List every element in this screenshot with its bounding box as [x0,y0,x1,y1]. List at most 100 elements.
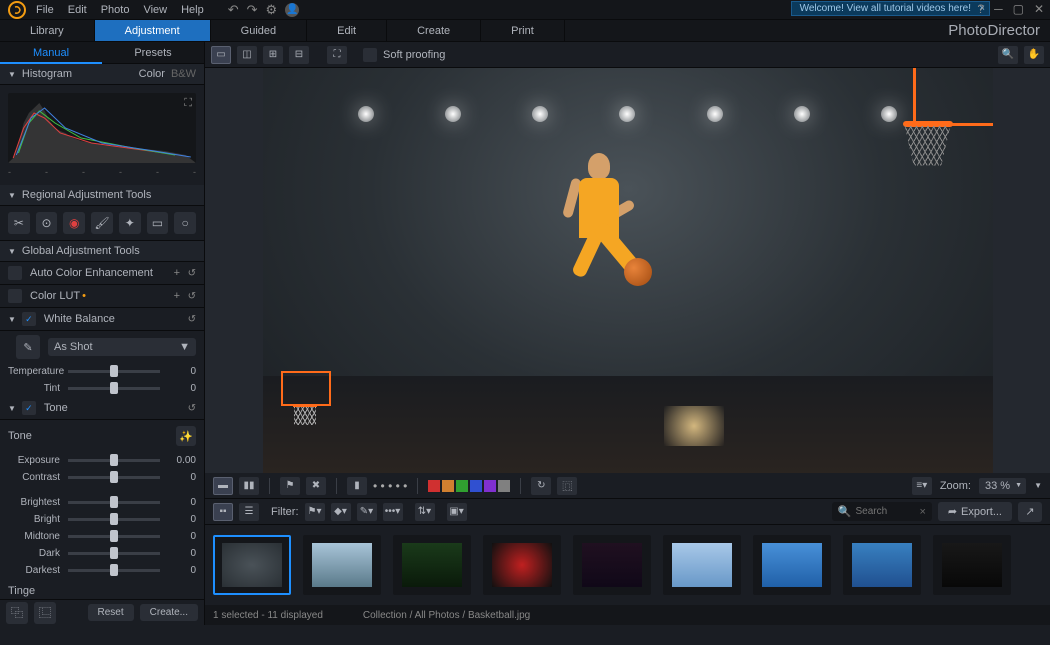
add-icon[interactable]: + [174,267,180,279]
auto-color-row[interactable]: Auto Color Enhancement + ↺ [0,262,204,285]
tab-edit[interactable]: Edit [307,20,387,41]
thumbnail-red-leaf[interactable] [483,535,561,595]
reset-icon[interactable]: ↺ [188,403,196,414]
selection-tool-icon[interactable]: ✦ [119,212,141,234]
subtab-presets[interactable]: Presets [102,42,204,64]
darkest-slider[interactable] [68,569,160,572]
pan-tool-icon[interactable]: ✋ [1024,46,1044,64]
maximize-icon[interactable]: ▢ [1013,2,1024,16]
brush-tool-icon[interactable]: 🖌 [91,212,113,234]
redeye-tool-icon[interactable]: ◉ [63,212,85,234]
menu-file[interactable]: File [36,4,54,16]
gradient-tool-icon[interactable]: ▭ [147,212,169,234]
canvas[interactable] [205,68,1050,473]
exposure-slider[interactable] [68,459,160,462]
undo-icon[interactable]: ↶ [228,2,239,18]
thumbnail-portrait-legs[interactable] [933,535,1011,595]
rate-icon[interactable]: ▮ [347,477,367,495]
color-swatch[interactable] [456,480,468,492]
zoom-select[interactable]: 33 % [979,478,1026,494]
tab-create[interactable]: Create [387,20,481,41]
tone-checkbox[interactable] [22,401,36,415]
thumbnail-forest[interactable] [393,535,471,595]
thumbnail-sky-diver[interactable] [753,535,831,595]
color-swatch[interactable] [484,480,496,492]
global-header[interactable]: ▼ Global Adjustment Tools [0,241,204,262]
flag-icon[interactable]: ⚑ [280,477,300,495]
thumbnail-rocket-launch[interactable] [663,535,741,595]
regional-header[interactable]: ▼ Regional Adjustment Tools [0,185,204,206]
split-view-icon[interactable]: ⊞ [263,46,283,64]
thumbnail-ocean-wave[interactable] [843,535,921,595]
auto-tone-icon[interactable]: ✨ [176,426,196,446]
filter-more-icon[interactable]: •••▾ [383,503,403,521]
reject-icon[interactable]: ✖ [306,477,326,495]
search-box[interactable]: 🔍 × [832,502,932,521]
add-icon[interactable]: + [174,290,180,302]
color-lut-row[interactable]: Color LUT • + ↺ [0,285,204,308]
contrast-slider[interactable] [68,476,160,479]
tab-guided[interactable]: Guided [211,20,307,41]
auto-color-checkbox[interactable] [8,266,22,280]
create-button[interactable]: Create... [140,604,198,621]
reset-icon[interactable]: ↺ [188,291,196,302]
soft-proofing-checkbox[interactable] [363,48,377,62]
bright-slider[interactable] [68,518,160,521]
single-view-icon[interactable]: ▭ [211,46,231,64]
rating-dots[interactable]: • • • • • [373,479,407,493]
color-swatch[interactable] [498,480,510,492]
layout-dual-icon[interactable]: ▮▮ [239,477,259,495]
reset-icon[interactable]: ↺ [188,268,196,279]
search-input[interactable] [856,506,916,517]
filter-rating-icon[interactable]: ✎▾ [357,503,377,521]
tab-print[interactable]: Print [481,20,565,41]
histogram-expand-icon[interactable]: ⛶ [184,97,192,110]
white-balance-preset-select[interactable]: As Shot ▼ [48,338,196,356]
help-icon[interactable]: ? [977,2,984,16]
dark-slider[interactable] [68,552,160,555]
color-swatch[interactable] [470,480,482,492]
white-balance-row[interactable]: ▼ White Balance ↺ [0,308,204,331]
filter-flag-icon[interactable]: ⚑▾ [305,503,325,521]
filter-label-icon[interactable]: ◆▾ [331,503,351,521]
reset-button[interactable]: Reset [88,604,134,621]
thumbnail-mountain-lake[interactable] [303,535,381,595]
reset-icon[interactable]: ↺ [188,314,196,325]
histogram-color-toggle[interactable]: Color [139,68,165,80]
brightest-slider[interactable] [68,501,160,504]
menu-edit[interactable]: Edit [68,4,87,16]
menu-photo[interactable]: Photo [101,4,130,16]
chevron-down-icon[interactable]: ▼ [1034,481,1042,490]
sort-icon[interactable]: ⇅▾ [415,503,435,521]
histogram-header[interactable]: ▼ Histogram Color B&W [0,64,204,85]
side-view-icon[interactable]: ◫ [237,46,257,64]
settings-icon[interactable]: ⚙ [266,2,278,18]
redo-icon[interactable]: ↷ [247,2,258,18]
spot-tool-icon[interactable]: ⊙ [36,212,58,234]
crop-tool-icon[interactable]: ✂ [8,212,30,234]
color-lut-checkbox[interactable] [8,289,22,303]
thumbnail-neon-street[interactable] [573,535,651,595]
clear-search-icon[interactable]: × [920,506,926,518]
color-swatch[interactable] [428,480,440,492]
zoom-tool-icon[interactable]: 🔍 [998,46,1018,64]
copy-settings-icon[interactable]: ⿻ [6,602,28,624]
stack-icon[interactable]: ▣▾ [447,503,467,521]
export-button[interactable]: ➦ Export... [938,502,1012,521]
grid-view-icon[interactable]: ⊟ [289,46,309,64]
menu-help[interactable]: Help [181,4,204,16]
rotate-icon[interactable]: ↻ [531,477,551,495]
subtab-manual[interactable]: Manual [0,42,102,64]
user-icon[interactable]: 👤 [285,3,299,17]
fullscreen-icon[interactable]: ⛶ [327,46,347,64]
radial-tool-icon[interactable]: ○ [174,212,196,234]
menu-view[interactable]: View [143,4,167,16]
close-icon[interactable]: ✕ [1034,2,1044,16]
tab-library[interactable]: Library [0,20,95,41]
tone-row[interactable]: ▼ Tone ↺ [0,397,204,420]
tint-slider[interactable] [68,387,160,390]
layout-single-icon[interactable]: ▬ [213,477,233,495]
temperature-slider[interactable] [68,370,160,373]
white-balance-checkbox[interactable] [22,312,36,326]
eyedropper-icon[interactable]: ✎ [16,335,40,359]
